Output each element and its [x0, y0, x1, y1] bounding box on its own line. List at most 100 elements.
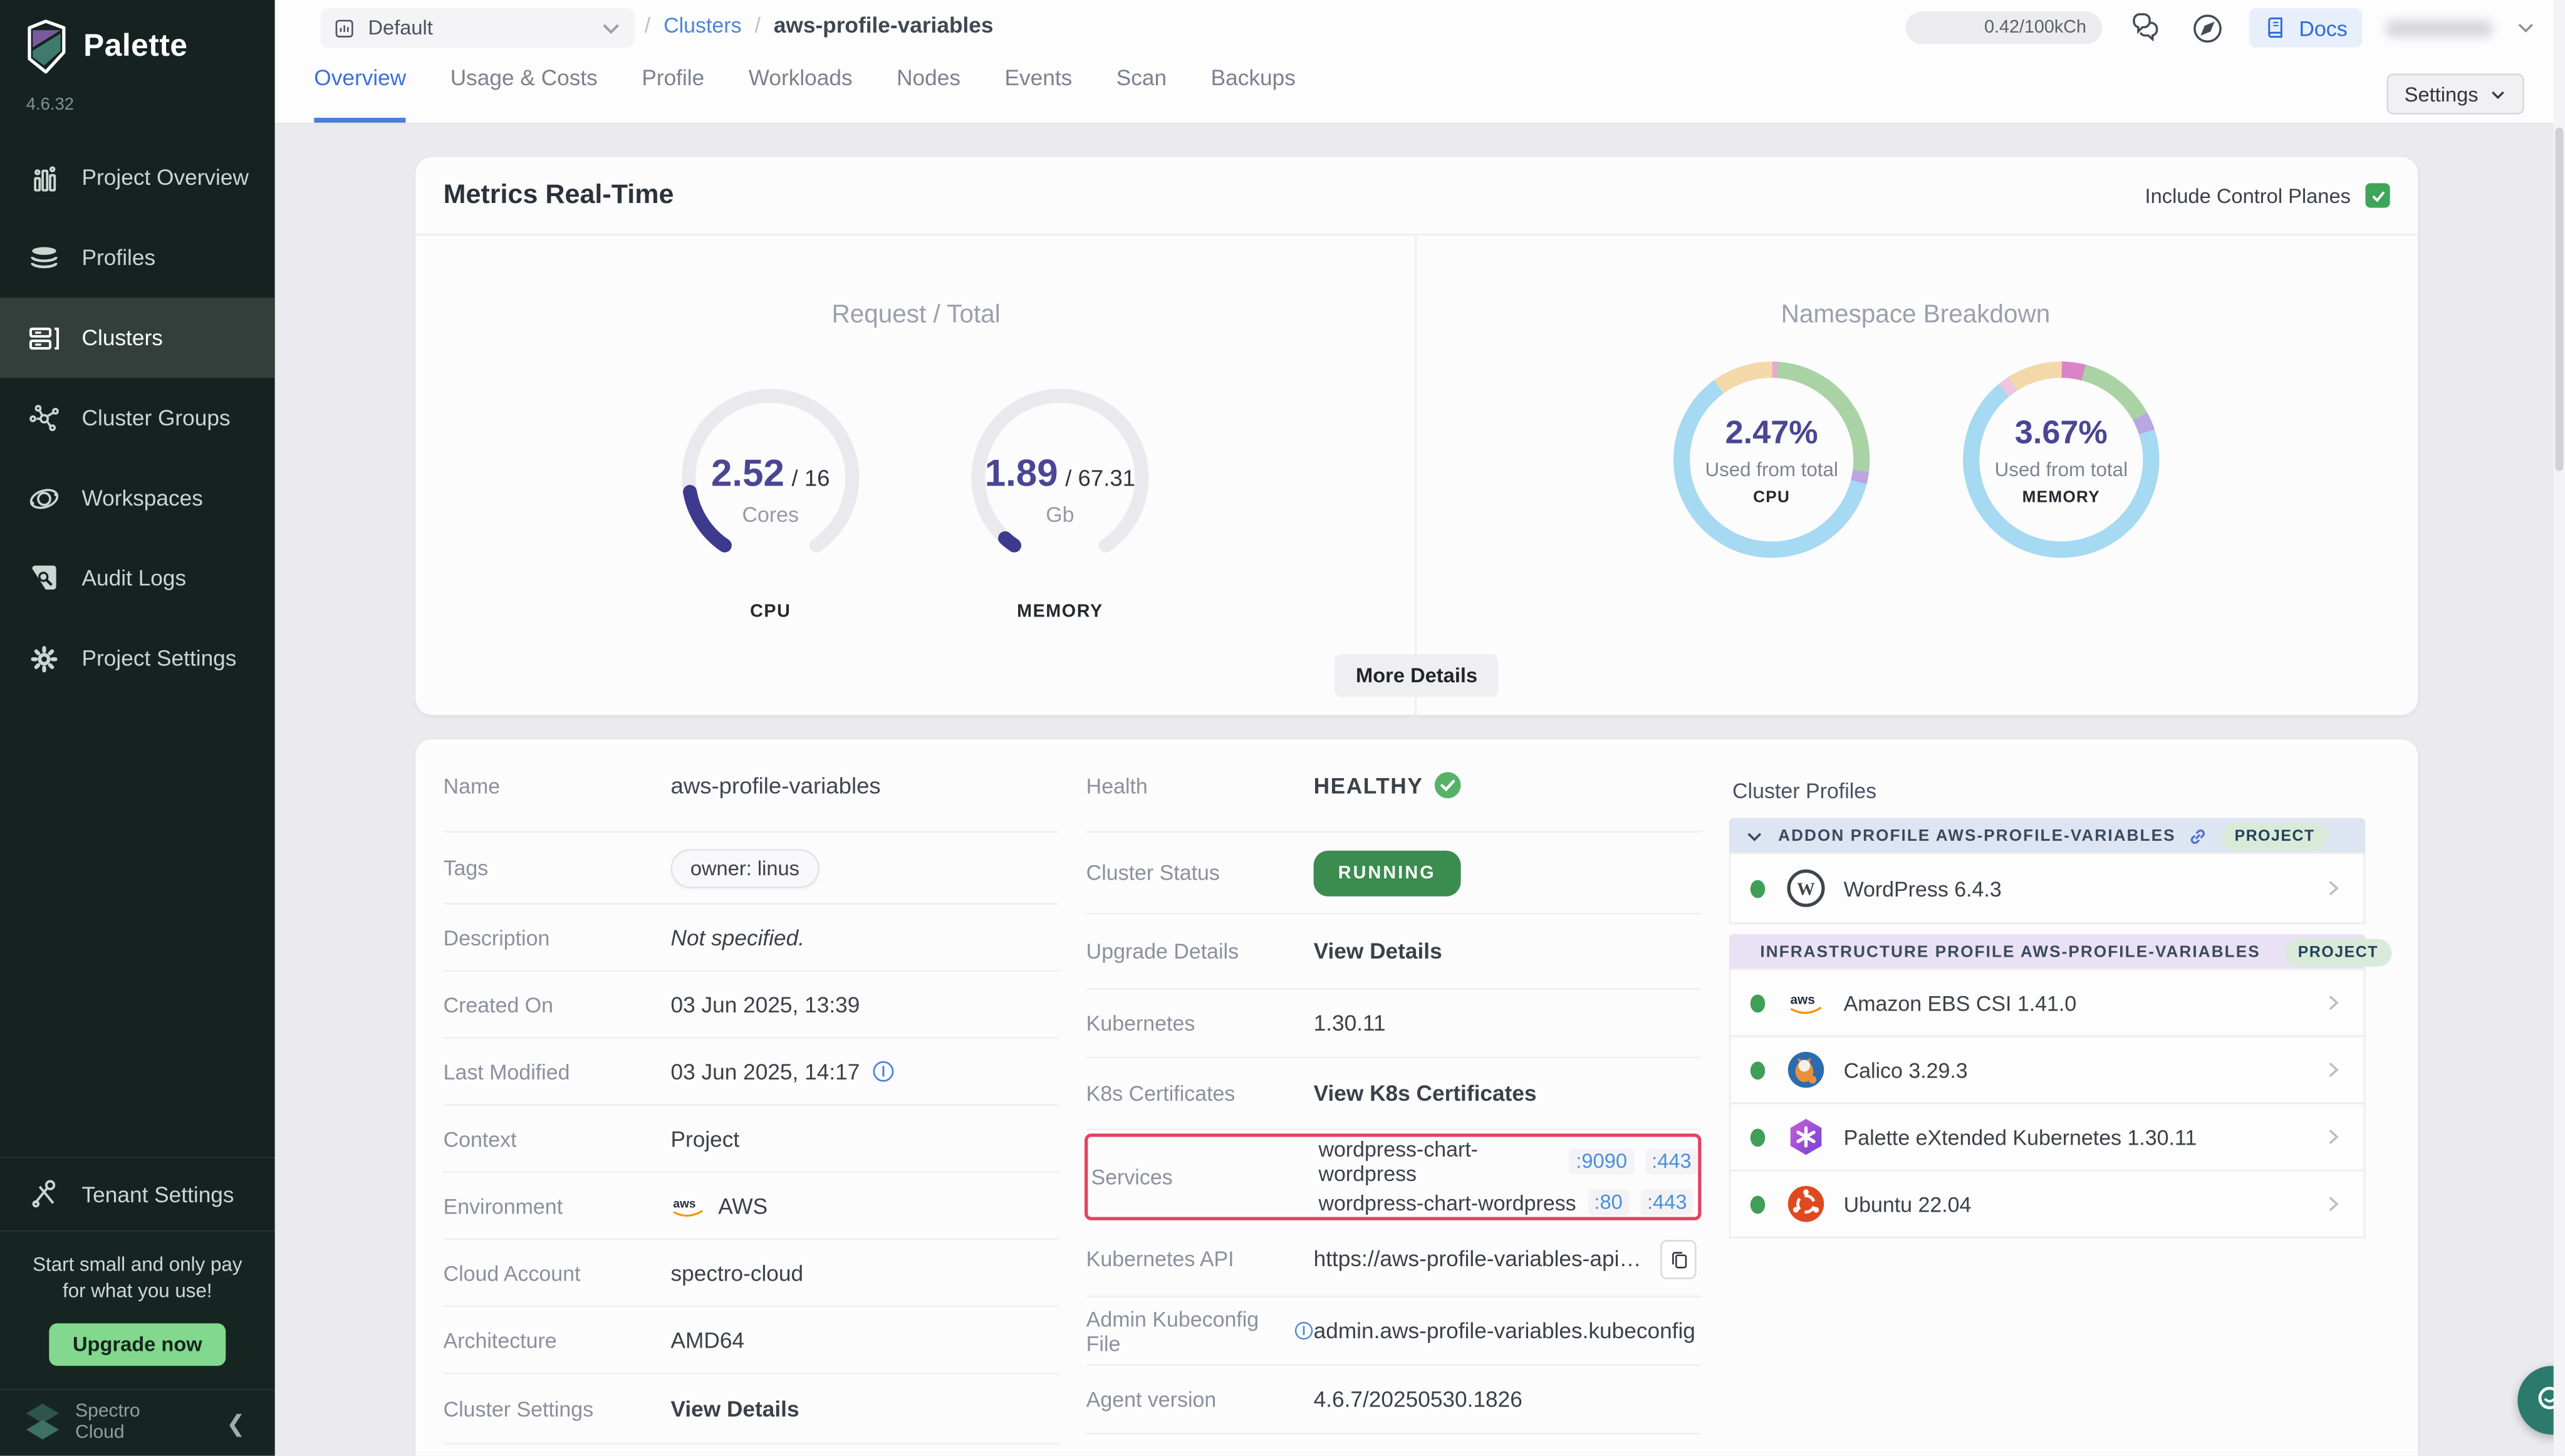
tenant-settings-label: Tenant Settings: [82, 1182, 234, 1206]
kubernetes-version-value: 1.30.11: [1314, 1011, 1386, 1036]
settings-button-label: Settings: [2405, 83, 2479, 106]
svg-text:W: W: [1797, 880, 1815, 900]
service-port-link[interactable]: :443: [1641, 1189, 1694, 1215]
copy-icon[interactable]: [1660, 1239, 1696, 1279]
sidebar-item-clusters[interactable]: Clusters: [0, 298, 275, 378]
tools-icon: [26, 1176, 62, 1212]
promo-text-line2: for what you use!: [16, 1277, 258, 1304]
tab-nodes[interactable]: Nodes: [897, 65, 960, 122]
cpu-donut-label: CPU: [1668, 489, 1875, 507]
context-value: Project: [670, 1126, 739, 1151]
request-total-title: Request / Total: [415, 301, 1417, 330]
breadcrumb-clusters-link[interactable]: Clusters: [663, 13, 742, 38]
more-details-button[interactable]: More Details: [1335, 654, 1499, 697]
sidebar-item-project-overview[interactable]: Project Overview: [0, 137, 275, 217]
sidebar-item-project-settings[interactable]: Project Settings: [0, 618, 275, 699]
service-row: wordpress-chart-wordpress :9090 :443: [1318, 1137, 1698, 1186]
project-selector[interactable]: Default: [321, 8, 635, 48]
cpu-namespace-donut: 2.47% Used from total CPU: [1668, 356, 1875, 571]
addon-profile-title: ADDON PROFILE AWS-PROFILE-VARIABLES: [1778, 827, 2175, 845]
profile-layer-name: WordPress 6.4.3: [1844, 876, 2321, 900]
tab-events[interactable]: Events: [1005, 65, 1073, 122]
detail-row-agent-version: Agent version 4.6.7/20250530.1826: [1086, 1366, 1702, 1435]
detail-row-architecture: Architecture AMD64: [444, 1307, 1059, 1374]
cluster-settings-view-details-link[interactable]: View Details: [670, 1396, 799, 1420]
upgrade-now-button[interactable]: Upgrade now: [49, 1323, 225, 1366]
bar-chart-icon: [26, 160, 62, 195]
orbit-icon: [26, 480, 62, 516]
profile-layer-name: Palette eXtended Kubernetes 1.30.11: [1844, 1125, 2321, 1149]
infrastructure-profile-header[interactable]: INFRASTRUCTURE PROFILE AWS-PROFILE-VARIA…: [1729, 934, 2366, 970]
detail-row-admin-kubeconfig: Admin Kubeconfig File admin.aws-profile-…: [1086, 1297, 1702, 1366]
cluster-name-value: aws-profile-variables: [670, 772, 880, 798]
app-version: 4.6.32: [0, 78, 275, 137]
detail-row-description: Description Not specified.: [444, 905, 1059, 972]
settings-button[interactable]: Settings: [2386, 73, 2524, 114]
service-port-link[interactable]: :443: [1645, 1148, 1698, 1175]
details-left-column: Name aws-profile-variables Tags owner: l…: [444, 739, 1059, 1444]
profile-layer-wordpress[interactable]: W WordPress 6.4.3: [1729, 852, 2366, 924]
sidebar-item-label: Project Settings: [82, 646, 237, 670]
sidebar-item-cluster-groups[interactable]: Cluster Groups: [0, 378, 275, 458]
tab-workloads[interactable]: Workloads: [749, 65, 853, 122]
sidebar-item-tenant-settings[interactable]: Tenant Settings: [0, 1157, 275, 1230]
tab-backups[interactable]: Backups: [1211, 65, 1296, 122]
detail-row-cloud-account: Cloud Account spectro-cloud: [444, 1240, 1059, 1307]
collapse-sidebar-icon[interactable]: ❮: [216, 1406, 255, 1440]
tab-usage-costs[interactable]: Usage & Costs: [450, 65, 598, 122]
app-name: Palette: [83, 29, 187, 65]
explore-compass-icon[interactable]: [2188, 8, 2227, 48]
kubeconfig-download-link[interactable]: admin.aws-profile-variables.kubeconfig: [1314, 1318, 1695, 1343]
info-icon[interactable]: [871, 1060, 895, 1083]
profile-layer-name: Amazon EBS CSI 1.41.0: [1844, 991, 2321, 1015]
breadcrumb-current: aws-profile-variables: [774, 13, 994, 38]
detail-row-cluster-status: Cluster Status RUNNING: [1086, 833, 1702, 915]
server-icon: [26, 320, 62, 355]
addon-profile-header[interactable]: ADDON PROFILE AWS-PROFILE-VARIABLES PROJ…: [1729, 818, 2366, 853]
detail-row-tags: Tags owner: linus: [444, 833, 1059, 905]
sidebar-item-label: Cluster Groups: [82, 406, 231, 430]
memory-donut-label: MEMORY: [1958, 489, 2164, 507]
profile-layer-palette-extended-kubernetes[interactable]: Palette eXtended Kubernetes 1.30.11: [1729, 1103, 2366, 1172]
upgrade-view-details-link[interactable]: View Details: [1314, 939, 1442, 964]
profile-layer-amazon-ebs-csi[interactable]: aws Amazon EBS CSI 1.41.0: [1729, 969, 2366, 1037]
feedback-chat-icon[interactable]: [2126, 8, 2165, 48]
user-menu-redacted[interactable]: [2385, 19, 2493, 37]
docs-button[interactable]: Docs: [2250, 8, 2362, 48]
sidebar-item-audit-logs[interactable]: Audit Logs: [0, 538, 275, 618]
memory-unit: Gb: [959, 502, 1162, 527]
sidebar-item-profiles[interactable]: Profiles: [0, 217, 275, 298]
status-dot: [1751, 994, 1765, 1012]
detail-row-kubernetes-api: Kubernetes API https://aws-profile-varia…: [1086, 1222, 1702, 1297]
top-bar: Default / Clusters / aws-profile-variabl…: [275, 0, 2565, 124]
promo-text-line1: Start small and only pay: [16, 1251, 258, 1277]
memory-gauge: 1.89 / 67.31 Gb MEMORY: [959, 377, 1162, 588]
check-circle-icon: [1435, 772, 1461, 798]
sidebar-item-workspaces[interactable]: Workspaces: [0, 458, 275, 538]
service-port-link[interactable]: :80: [1588, 1189, 1629, 1215]
breadcrumb-separator: /: [645, 13, 650, 38]
app-logo[interactable]: Palette: [0, 0, 275, 78]
metrics-realtime-card: Metrics Real-Time Include Control Planes…: [415, 157, 2418, 715]
chevron-down-icon: [1746, 827, 1764, 845]
cpu-used-percent: 2.47%: [1668, 415, 1875, 453]
info-icon[interactable]: [1294, 1320, 1314, 1341]
service-port-link[interactable]: :9090: [1569, 1148, 1634, 1175]
tag-pill: owner: linus: [670, 848, 819, 888]
profile-layer-calico[interactable]: Calico 3.29.3: [1729, 1036, 2366, 1105]
tab-profile[interactable]: Profile: [642, 65, 704, 122]
project-scope-badge: PROJECT: [2285, 938, 2391, 965]
cpu-total-value: / 16: [792, 465, 830, 491]
detail-row-last-modified: Last Modified 03 Jun 2025, 14:17: [444, 1039, 1059, 1106]
include-control-planes-checkbox[interactable]: [2365, 183, 2390, 207]
project-scope-badge: PROJECT: [2222, 822, 2328, 850]
view-k8s-certificates-link[interactable]: View K8s Certificates: [1314, 1081, 1537, 1106]
tab-overview[interactable]: Overview: [314, 65, 406, 122]
profile-layer-ubuntu[interactable]: Ubuntu 22.04: [1729, 1170, 2366, 1239]
vertical-scrollbar[interactable]: [2554, 0, 2565, 1456]
tab-scan[interactable]: Scan: [1116, 65, 1167, 122]
chevron-right-icon: [2321, 876, 2344, 900]
network-icon: [26, 400, 62, 435]
chevron-down-icon[interactable]: [2516, 18, 2536, 38]
scrollbar-thumb[interactable]: [2555, 128, 2563, 471]
